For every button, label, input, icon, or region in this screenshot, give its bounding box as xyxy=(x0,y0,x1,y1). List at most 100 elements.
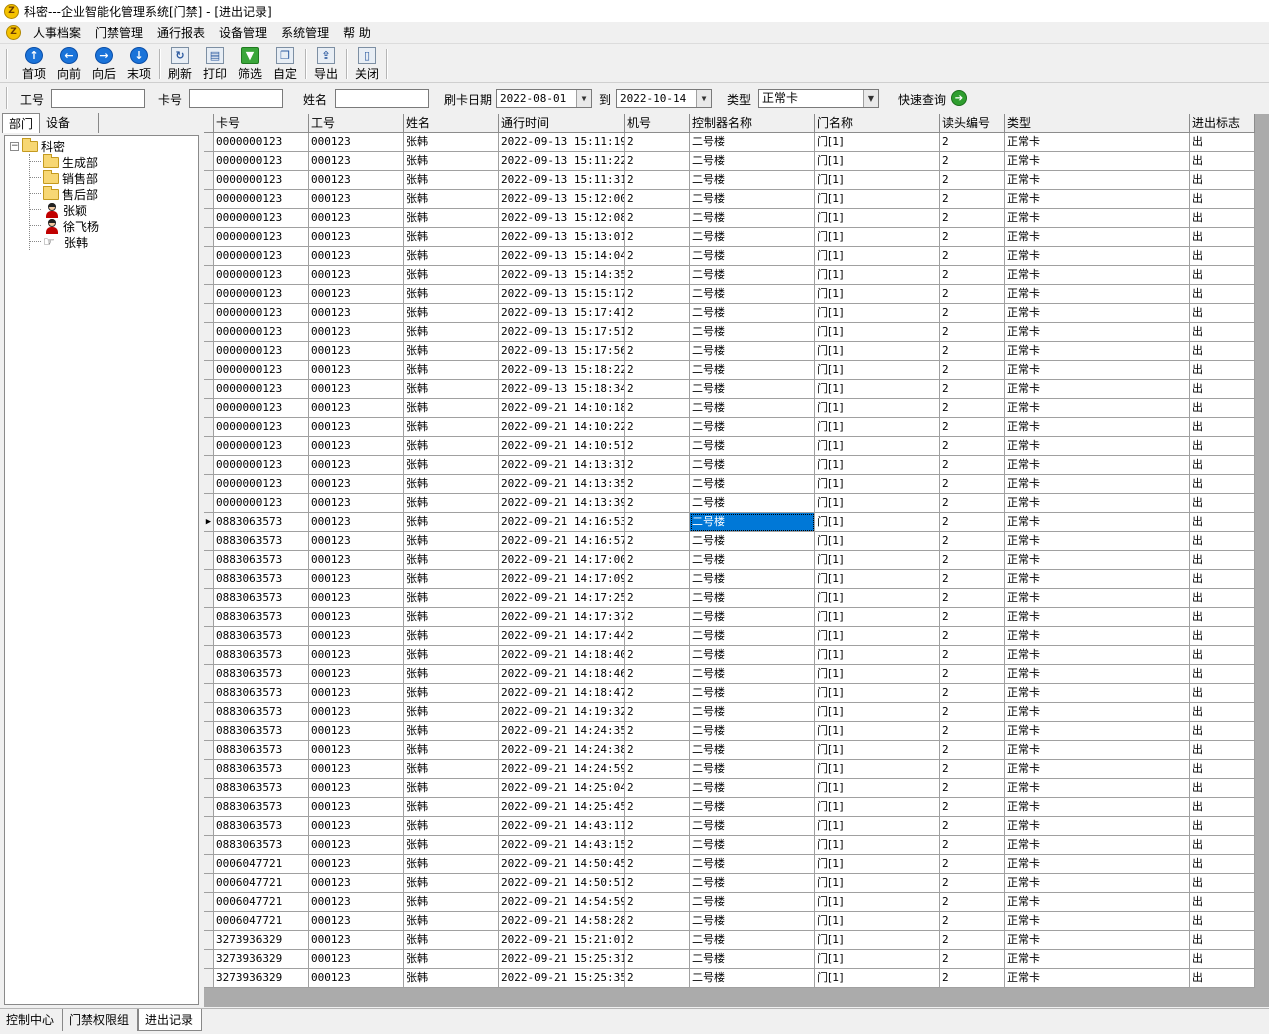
row-indicator[interactable] xyxy=(204,437,214,456)
column-header-type[interactable]: 类型 xyxy=(1005,114,1190,133)
pass-time-cell[interactable]: 2022-09-21 14:10:18 xyxy=(499,399,625,418)
employee-id-cell[interactable]: 000123 xyxy=(309,494,404,513)
card-number-cell[interactable]: 0006047721 xyxy=(214,855,309,874)
controller-name-cell[interactable]: 二号楼 xyxy=(690,931,815,950)
door-name-cell[interactable]: 门[1] xyxy=(815,608,940,627)
card-number-cell[interactable]: 0000000123 xyxy=(214,171,309,190)
employee-id-cell[interactable]: 000123 xyxy=(309,760,404,779)
employee-id-cell[interactable]: 000123 xyxy=(309,874,404,893)
column-header-door-name[interactable]: 门名称 xyxy=(815,114,940,133)
door-name-cell[interactable]: 门[1] xyxy=(815,380,940,399)
date-from-picker[interactable]: 2022-08-01 ▼ xyxy=(496,89,592,108)
card-number-cell[interactable]: 0883063573 xyxy=(214,589,309,608)
employee-id-cell[interactable]: 000123 xyxy=(309,361,404,380)
controller-name-cell[interactable]: 二号楼 xyxy=(690,627,815,646)
machine-number-cell[interactable]: 2 xyxy=(625,969,690,988)
type-cell[interactable]: 正常卡 xyxy=(1005,361,1190,380)
row-indicator[interactable] xyxy=(204,418,214,437)
door-name-cell[interactable]: 门[1] xyxy=(815,513,940,532)
name-cell[interactable]: 张韩 xyxy=(404,703,499,722)
employee-id-cell[interactable]: 000123 xyxy=(309,285,404,304)
door-name-cell[interactable]: 门[1] xyxy=(815,874,940,893)
column-header-machine-number[interactable]: 机号 xyxy=(625,114,690,133)
type-cell[interactable]: 正常卡 xyxy=(1005,570,1190,589)
pass-time-cell[interactable]: 2022-09-21 14:19:32 xyxy=(499,703,625,722)
row-indicator[interactable] xyxy=(204,570,214,589)
machine-number-cell[interactable]: 2 xyxy=(625,817,690,836)
name-cell[interactable]: 张韩 xyxy=(404,247,499,266)
card-number-cell[interactable]: 0000000123 xyxy=(214,228,309,247)
card-type-select[interactable]: 正常卡 ▼ xyxy=(758,89,879,108)
machine-number-cell[interactable]: 2 xyxy=(625,361,690,380)
table-row[interactable]: 0006047721 000123 张韩 2022-09-21 14:50:45 2 二号… xyxy=(204,855,1255,874)
machine-number-cell[interactable]: 2 xyxy=(625,608,690,627)
type-cell[interactable]: 正常卡 xyxy=(1005,893,1190,912)
name-cell[interactable]: 张韩 xyxy=(404,228,499,247)
employee-id-cell[interactable]: 000123 xyxy=(309,722,404,741)
reader-number-cell[interactable]: 2 xyxy=(940,570,1005,589)
row-indicator[interactable] xyxy=(204,665,214,684)
type-cell[interactable]: 正常卡 xyxy=(1005,152,1190,171)
reader-number-cell[interactable]: 2 xyxy=(940,589,1005,608)
machine-number-cell[interactable]: 2 xyxy=(625,855,690,874)
employee-id-cell[interactable]: 000123 xyxy=(309,380,404,399)
machine-number-cell[interactable]: 2 xyxy=(625,418,690,437)
table-row[interactable]: 0000000123 000123 张韩 2022-09-13 15:12:00 2 二号… xyxy=(204,190,1255,209)
pass-time-cell[interactable]: 2022-09-13 15:17:56 xyxy=(499,342,625,361)
card-number-cell[interactable]: 0000000123 xyxy=(214,437,309,456)
table-row[interactable]: 0883063573 000123 张韩 2022-09-21 14:18:46 2 二号… xyxy=(204,665,1255,684)
in-out-flag-cell[interactable]: 出 xyxy=(1190,760,1255,779)
type-cell[interactable]: 正常卡 xyxy=(1005,684,1190,703)
door-name-cell[interactable]: 门[1] xyxy=(815,475,940,494)
row-indicator[interactable] xyxy=(204,684,214,703)
machine-number-cell[interactable]: 2 xyxy=(625,133,690,152)
employee-id-cell[interactable]: 000123 xyxy=(309,437,404,456)
in-out-flag-cell[interactable]: 出 xyxy=(1190,152,1255,171)
card-number-cell[interactable]: 0000000123 xyxy=(214,399,309,418)
door-name-cell[interactable]: 门[1] xyxy=(815,456,940,475)
reader-number-cell[interactable]: 2 xyxy=(940,874,1005,893)
machine-number-cell[interactable]: 2 xyxy=(625,532,690,551)
in-out-flag-cell[interactable]: 出 xyxy=(1190,855,1255,874)
employee-id-cell[interactable]: 000123 xyxy=(309,304,404,323)
table-row[interactable]: 0883063573 000123 张韩 2022-09-21 14:17:00 2 二号… xyxy=(204,551,1255,570)
row-indicator[interactable] xyxy=(204,760,214,779)
employee-id-cell[interactable]: 000123 xyxy=(309,513,404,532)
name-cell[interactable]: 张韩 xyxy=(404,437,499,456)
controller-name-cell[interactable]: 二号楼 xyxy=(690,741,815,760)
in-out-flag-cell[interactable]: 出 xyxy=(1190,627,1255,646)
machine-number-cell[interactable]: 2 xyxy=(625,931,690,950)
name-cell[interactable]: 张韩 xyxy=(404,969,499,988)
table-row[interactable]: 0883063573 000123 张韩 2022-09-21 14:24:59 2 二号… xyxy=(204,760,1255,779)
machine-number-cell[interactable]: 2 xyxy=(625,874,690,893)
type-cell[interactable]: 正常卡 xyxy=(1005,817,1190,836)
employee-id-cell[interactable]: 000123 xyxy=(309,171,404,190)
controller-name-cell[interactable]: 二号楼 xyxy=(690,779,815,798)
machine-number-cell[interactable]: 2 xyxy=(625,247,690,266)
machine-number-cell[interactable]: 2 xyxy=(625,285,690,304)
type-cell[interactable]: 正常卡 xyxy=(1005,323,1190,342)
employee-id-cell[interactable]: 000123 xyxy=(309,323,404,342)
machine-number-cell[interactable]: 2 xyxy=(625,323,690,342)
door-name-cell[interactable]: 门[1] xyxy=(815,760,940,779)
employee-id-cell[interactable]: 000123 xyxy=(309,589,404,608)
name-input[interactable] xyxy=(335,89,429,108)
card-number-cell[interactable]: 0006047721 xyxy=(214,912,309,931)
type-cell[interactable]: 正常卡 xyxy=(1005,703,1190,722)
previous-record-button[interactable]: ← 向前 xyxy=(52,47,86,82)
in-out-flag-cell[interactable]: 出 xyxy=(1190,247,1255,266)
table-row[interactable]: 0000000123 000123 张韩 2022-09-13 15:18:34 2 二号… xyxy=(204,380,1255,399)
type-cell[interactable]: 正常卡 xyxy=(1005,304,1190,323)
table-row[interactable]: 0883063573 000123 张韩 2022-09-21 14:17:25 2 二号… xyxy=(204,589,1255,608)
card-number-cell[interactable]: 0000000123 xyxy=(214,152,309,171)
type-cell[interactable]: 正常卡 xyxy=(1005,456,1190,475)
column-header-pass-time[interactable]: 通行时间 xyxy=(499,114,625,133)
row-indicator[interactable] xyxy=(204,589,214,608)
door-name-cell[interactable]: 门[1] xyxy=(815,551,940,570)
customize-button[interactable]: ❐ 自定 xyxy=(268,47,302,82)
reader-number-cell[interactable]: 2 xyxy=(940,209,1005,228)
menu-reports[interactable]: 通行报表 xyxy=(150,24,212,41)
row-indicator[interactable] xyxy=(204,266,214,285)
card-number-cell[interactable]: 0883063573 xyxy=(214,532,309,551)
in-out-flag-cell[interactable]: 出 xyxy=(1190,418,1255,437)
